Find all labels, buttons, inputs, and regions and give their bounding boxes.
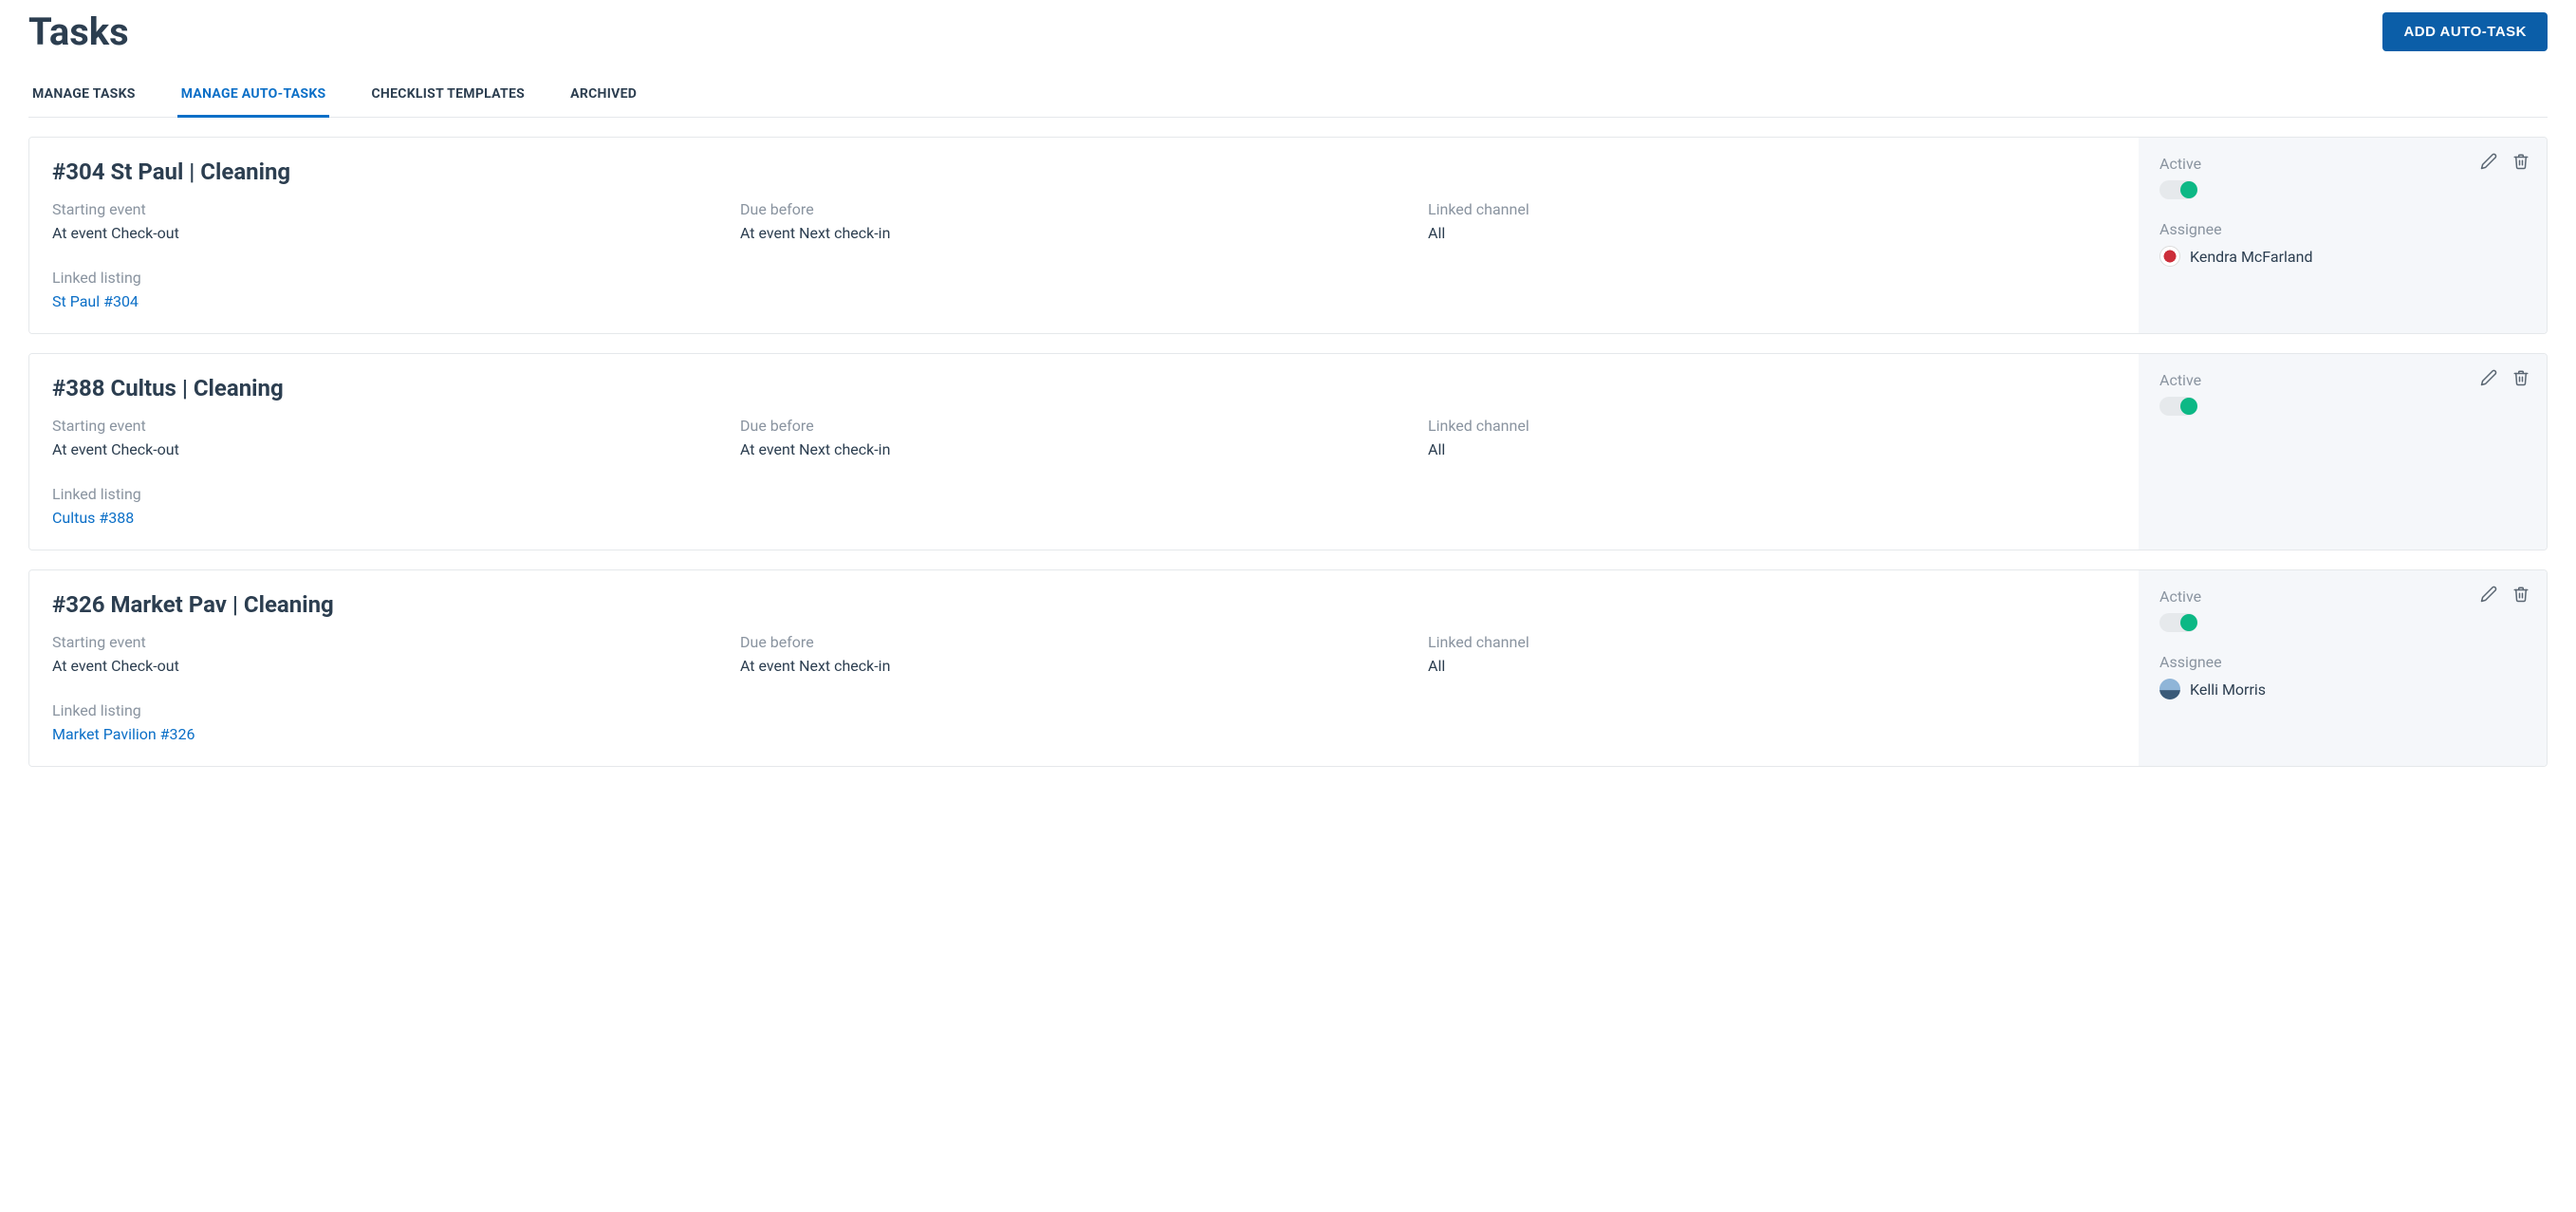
trash-icon[interactable]: [2511, 584, 2531, 605]
detail-value: At event Next check-in: [740, 657, 1428, 675]
avatar: [2159, 246, 2180, 267]
linked-listing-link[interactable]: St Paul #304: [52, 292, 740, 310]
detail-label: Linked channel: [1428, 633, 2116, 651]
detail-value: All: [1428, 440, 2116, 458]
active-label: Active: [2159, 587, 2526, 606]
toggle-knob: [2180, 614, 2197, 631]
details-grid: Starting event At event Check-outDue befo…: [52, 200, 2116, 310]
detail-label: Starting event: [52, 417, 740, 435]
detail-value: At event Next check-in: [740, 224, 1428, 242]
card-title: #388 Cultus | Cleaning: [52, 375, 2116, 401]
assignee-label: Assignee: [2159, 653, 2526, 671]
active-toggle[interactable]: [2159, 180, 2197, 199]
active-label: Active: [2159, 371, 2526, 389]
details-grid: Starting event At event Check-outDue befo…: [52, 633, 2116, 743]
detail-due-before: Due before At event Next check-in: [740, 633, 1428, 675]
cards-container: #304 St Paul | CleaningStarting eventAt …: [28, 137, 2548, 767]
detail-label: Linked channel: [1428, 417, 2116, 435]
detail-linked-channel: Linked channel All: [1428, 200, 2116, 242]
detail-label: Due before: [740, 633, 1428, 651]
active-block: Active: [2159, 155, 2526, 199]
trash-icon[interactable]: [2511, 367, 2531, 388]
assignee-block: Assignee Kelli Morris: [2159, 653, 2526, 699]
detail-value: At event Check-out: [52, 224, 740, 242]
card-main: #326 Market Pav | Cleaning Starting event…: [29, 570, 2139, 766]
toggle-knob: [2180, 398, 2197, 415]
tab-manage-tasks[interactable]: MANAGE TASKS: [28, 73, 139, 118]
active-label: Active: [2159, 155, 2526, 173]
active-toggle[interactable]: [2159, 397, 2197, 416]
detail-value: All: [1428, 657, 2116, 675]
linked-listing-link[interactable]: Market Pavilion #326: [52, 725, 740, 743]
detail-label: Due before: [740, 417, 1428, 435]
detail-due-before: Due before At event Next check-in: [740, 200, 1428, 242]
page-header: Tasks ADD AUTO-TASK: [28, 0, 2548, 73]
assignee-row: Kelli Morris: [2159, 679, 2526, 699]
detail-linked-listing: Linked listing Cultus #388: [52, 485, 740, 527]
trash-icon[interactable]: [2511, 151, 2531, 172]
detail-linked-listing: Linked listing Market Pavilion #326: [52, 701, 740, 743]
detail-linked-channel: Linked channel All: [1428, 417, 2116, 458]
active-block: Active: [2159, 371, 2526, 416]
detail-starting-event: Starting event At event Check-out: [52, 417, 740, 458]
auto-task-card: #388 Cultus | CleaningStarting eventAt e…: [28, 353, 2548, 550]
assignee-label: Assignee: [2159, 220, 2526, 238]
card-actions: [2478, 584, 2531, 605]
tab-manage-auto-tasks[interactable]: MANAGE AUTO-TASKS: [177, 73, 330, 118]
detail-value: At event Check-out: [52, 440, 740, 458]
detail-value: At event Check-out: [52, 657, 740, 675]
active-toggle[interactable]: [2159, 613, 2197, 632]
detail-label: Due before: [740, 200, 1428, 218]
add-auto-task-button[interactable]: ADD AUTO-TASK: [2382, 12, 2548, 51]
edit-icon[interactable]: [2478, 151, 2499, 172]
card-side: Active: [2139, 354, 2547, 550]
assignee-block: Assignee Kendra McFarland: [2159, 220, 2526, 267]
detail-linked-channel: Linked channel All: [1428, 633, 2116, 675]
details-grid: Starting event At event Check-outDue befo…: [52, 417, 2116, 527]
toggle-knob: [2180, 181, 2197, 198]
avatar: [2159, 679, 2180, 699]
linked-listing-link[interactable]: Cultus #388: [52, 509, 740, 527]
detail-label: Starting event: [52, 200, 740, 218]
card-main: #304 St Paul | CleaningStarting eventAt …: [29, 138, 2139, 333]
detail-label: Linked listing: [52, 485, 740, 503]
detail-value: All: [1428, 224, 2116, 242]
card-side: Active Assignee Kendra McFarland: [2139, 138, 2547, 333]
tab-checklist-templates[interactable]: CHECKLIST TEMPLATES: [367, 73, 528, 118]
card-actions: [2478, 151, 2531, 172]
detail-linked-listing: Linked listing St Paul #304: [52, 269, 740, 310]
detail-label: Linked listing: [52, 269, 740, 287]
auto-task-card: #326 Market Pav | Cleaning Starting event…: [28, 569, 2548, 767]
card-title: #326 Market Pav | Cleaning: [52, 591, 2116, 618]
page-title: Tasks: [28, 9, 129, 54]
assignee-row: Kendra McFarland: [2159, 246, 2526, 267]
detail-value: At event Next check-in: [740, 440, 1428, 458]
detail-starting-event: Starting event At event Check-out: [52, 200, 740, 242]
card-side: Active Assignee Kelli Morris: [2139, 570, 2547, 766]
tabs-bar: MANAGE TASKS MANAGE AUTO-TASKS CHECKLIST T…: [28, 73, 2548, 118]
tab-archived[interactable]: ARCHIVED: [566, 73, 640, 118]
card-title: #304 St Paul | Cleaning: [52, 158, 2116, 185]
assignee-name: Kelli Morris: [2190, 681, 2266, 699]
detail-due-before: Due before At event Next check-in: [740, 417, 1428, 458]
card-main: #388 Cultus | CleaningStarting eventAt e…: [29, 354, 2139, 550]
active-block: Active: [2159, 587, 2526, 632]
detail-label: Linked listing: [52, 701, 740, 719]
edit-icon[interactable]: [2478, 367, 2499, 388]
detail-starting-event: Starting event At event Check-out: [52, 633, 740, 675]
edit-icon[interactable]: [2478, 584, 2499, 605]
detail-label: Starting event: [52, 633, 740, 651]
detail-label: Linked channel: [1428, 200, 2116, 218]
card-actions: [2478, 367, 2531, 388]
auto-task-card: #304 St Paul | CleaningStarting eventAt …: [28, 137, 2548, 334]
assignee-name: Kendra McFarland: [2190, 248, 2312, 266]
